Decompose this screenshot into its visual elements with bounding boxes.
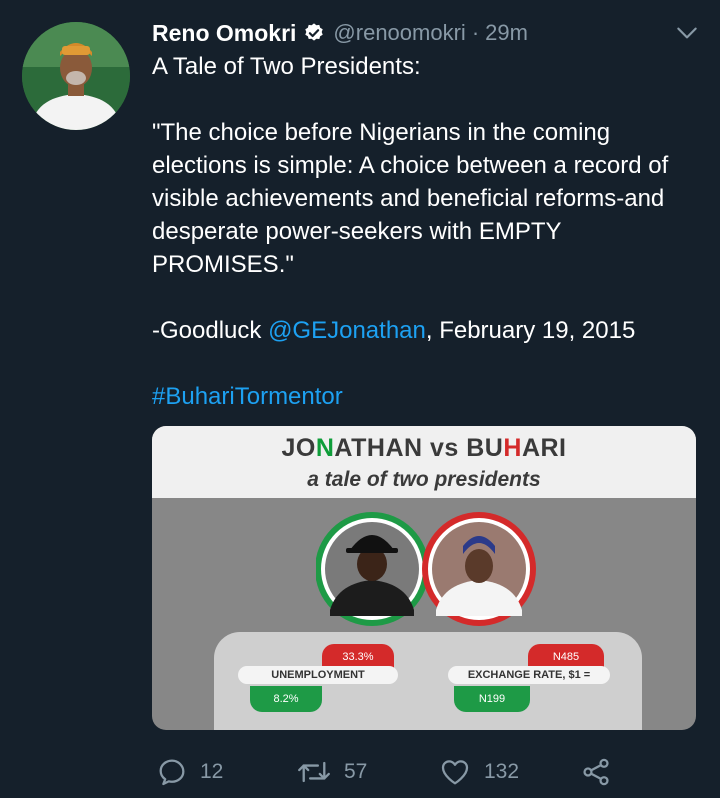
- retweet-count: 57: [344, 760, 368, 783]
- like-button[interactable]: 132: [438, 752, 519, 792]
- retweet-icon: [298, 761, 330, 783]
- attribution-prefix: -Goodluck: [152, 317, 269, 344]
- like-count: 132: [484, 760, 520, 783]
- media-title-banner: JONATHAN vs BUHARI a tale of two preside…: [152, 426, 696, 498]
- stats-panel: 33.3% UNEMPLOYMENT 8.2% N485 EXCHANGE RA…: [214, 632, 642, 730]
- tweet-media-image[interactable]: JONATHAN vs BUHARI a tale of two preside…: [152, 426, 696, 730]
- media-title: JONATHAN vs BUHARI: [281, 434, 567, 462]
- tweet-action-bar: 12 57 132: [152, 752, 712, 792]
- author-avatar[interactable]: [22, 22, 130, 130]
- verified-badge-icon: [305, 23, 324, 41]
- mention-link[interactable]: @GEJonathan: [268, 317, 426, 344]
- tweet-header: Reno Omokri @renoomokri · 29m: [152, 16, 700, 50]
- author-name[interactable]: Reno Omokri: [152, 20, 296, 47]
- meta-separator: ·: [471, 20, 480, 45]
- media-subtitle: a tale of two presidents: [307, 468, 541, 491]
- reply-count: 12: [200, 760, 224, 783]
- unemployment-low-badge: 8.2%: [250, 686, 322, 712]
- exchange-rate-label: EXCHANGE RATE, $1 =: [448, 666, 610, 684]
- author-handle[interactable]: @renoomokri: [333, 20, 465, 46]
- hashtag-link[interactable]: #BuhariTormentor: [152, 383, 343, 410]
- tweet-quote: "The choice before Nigerians in the comi…: [152, 119, 669, 278]
- tweet-attribution: -Goodluck @GEJonathan, February 19, 2015: [152, 314, 707, 347]
- avatar-photo: [22, 22, 130, 130]
- retweet-button[interactable]: 57: [296, 752, 367, 792]
- heart-icon: [441, 760, 469, 785]
- reply-button[interactable]: 12: [156, 752, 223, 792]
- share-button[interactable]: [580, 752, 624, 792]
- exchange-low-badge: N199: [454, 686, 530, 712]
- reply-icon: [159, 759, 185, 786]
- share-icon: [583, 758, 609, 786]
- unemployment-label: UNEMPLOYMENT: [238, 666, 398, 684]
- presidents-portraits: [316, 512, 536, 626]
- chevron-down-icon[interactable]: [674, 20, 700, 46]
- attribution-date: , February 19, 2015: [425, 317, 636, 344]
- tweet-line-title: A Tale of Two Presidents:: [152, 53, 421, 80]
- tweet-text: A Tale of Two Presidents: "The choice be…: [152, 50, 707, 413]
- tweet-timestamp[interactable]: 29m: [485, 20, 528, 46]
